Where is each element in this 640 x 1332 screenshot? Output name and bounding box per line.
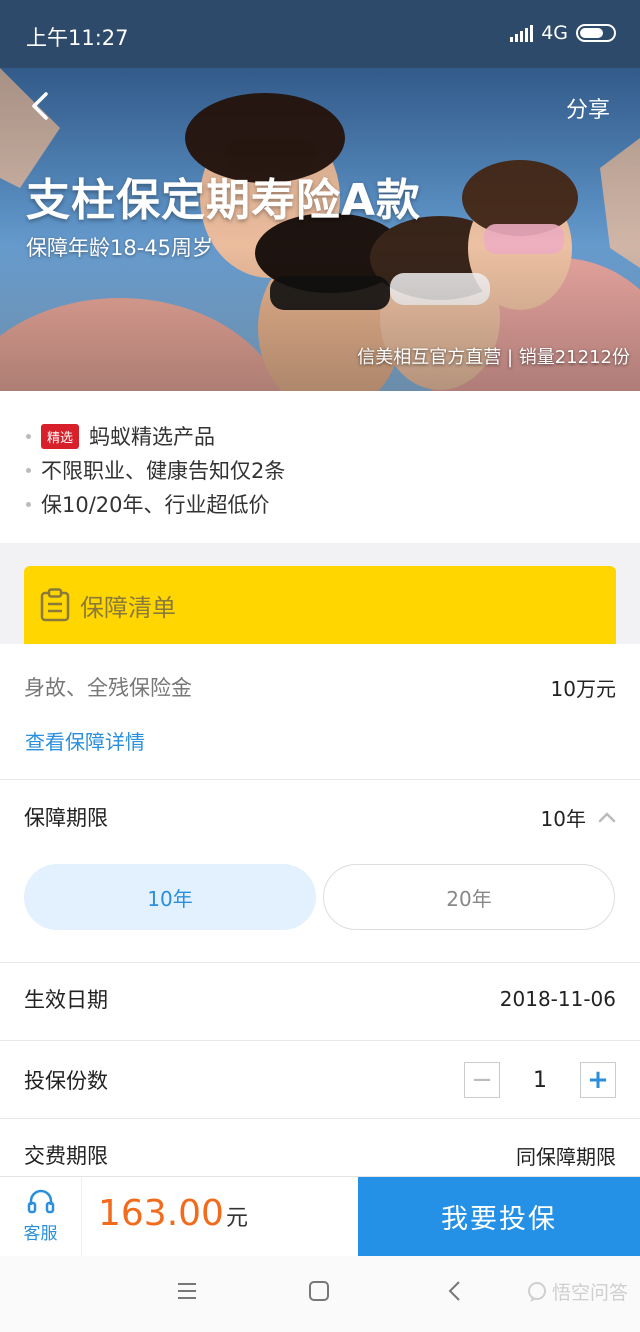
chevron-up-icon[interactable] <box>598 811 616 823</box>
divider <box>0 1040 640 1041</box>
seller-info: 信美相互官方直营 | 销量21212份 <box>357 347 630 368</box>
status-time: 上午11:27 <box>26 26 129 50</box>
increase-button[interactable]: + <box>580 1062 616 1098</box>
status-bar: 上午11:27 4G <box>0 0 640 68</box>
customer-service-button[interactable]: 客服 <box>0 1177 82 1256</box>
quantity-label: 投保份数 <box>24 1069 108 1093</box>
effective-date-row: 生效日期 2018-11-06 <box>0 984 640 1014</box>
menu-icon[interactable] <box>176 1280 198 1302</box>
term-row[interactable]: 保障期限 10年 <box>0 802 640 832</box>
term-option-20[interactable]: 20年 <box>323 864 615 930</box>
coverage-details-link[interactable]: 查看保障详情 <box>25 726 145 755</box>
benefit-amount: 10万元 <box>550 676 616 701</box>
clipboard-icon <box>40 588 70 622</box>
status-icons: 4G <box>510 22 616 44</box>
quantity-row: 投保份数 − 1 + <box>0 1062 640 1098</box>
feature-text: 保10/20年、行业超低价 <box>41 493 270 517</box>
headset-icon <box>27 1189 54 1214</box>
watermark: 悟空问答 <box>526 1278 628 1305</box>
share-button[interactable]: 分享 <box>566 92 610 124</box>
back-icon[interactable] <box>22 88 58 124</box>
bottom-action-bar: 客服 163.00元 我要投保 <box>0 1176 640 1256</box>
quantity-stepper: − 1 + <box>464 1062 616 1098</box>
list-item: 保10/20年、行业超低价 <box>0 487 640 521</box>
payment-period-label: 交费期限 <box>24 1144 108 1168</box>
quantity-value: 1 <box>533 1067 547 1093</box>
nav-back-icon[interactable] <box>444 1280 466 1302</box>
benefit-label: 身故、全残保险金 <box>24 676 192 700</box>
divider <box>0 779 640 780</box>
divider <box>0 962 640 963</box>
term-option-10[interactable]: 10年 <box>24 864 316 930</box>
decrease-button[interactable]: − <box>464 1062 500 1098</box>
watermark-text: 悟空问答 <box>551 1282 628 1304</box>
payment-period-row: 交费期限 同保障期限 <box>0 1140 640 1170</box>
list-item: 精选 蚂蚁精选产品 <box>0 419 640 453</box>
chat-bubble-icon <box>527 1281 546 1302</box>
signal-icon <box>510 24 534 42</box>
coverage-list-header: 保障清单 <box>24 566 616 644</box>
bullet-icon <box>26 501 31 507</box>
bullet-icon <box>26 433 31 439</box>
policy-options: 身故、全残保险金 10万元 查看保障详情 保障期限 10年 10年 20年 生效… <box>0 644 640 1176</box>
hero-banner: 分享 支柱保定期寿险A款 保障年龄18-45周岁 信美相互官方直营 | 销量21… <box>0 68 640 391</box>
term-label: 保障期限 <box>24 806 108 830</box>
term-value-group: 10年 <box>541 803 616 832</box>
effective-date-value: 2018-11-06 <box>499 987 616 1011</box>
total-price: 163.00元 <box>98 1193 248 1234</box>
battery-icon <box>576 24 616 42</box>
effective-date-label: 生效日期 <box>24 988 108 1012</box>
benefit-row: 身故、全残保险金 10万元 <box>0 672 640 702</box>
divider <box>0 1118 640 1119</box>
customer-service-label: 客服 <box>23 1224 58 1244</box>
bullet-icon <box>26 467 31 473</box>
network-type: 4G <box>541 22 568 44</box>
feature-list: 精选 蚂蚁精选产品 不限职业、健康告知仅2条 保10/20年、行业超低价 <box>0 391 640 543</box>
feature-text: 不限职业、健康告知仅2条 <box>41 459 286 483</box>
feature-text: 蚂蚁精选产品 <box>89 425 216 449</box>
buy-insurance-button[interactable]: 我要投保 <box>358 1177 640 1256</box>
price-unit: 元 <box>225 1206 248 1231</box>
term-selected: 10年 <box>540 806 586 831</box>
age-range: 保障年龄18-45周岁 <box>26 236 214 260</box>
price-amount: 163.00 <box>98 1193 224 1234</box>
product-title: 支柱保定期寿险A款 <box>26 175 422 226</box>
payment-period-value: 同保障期限 <box>516 1144 616 1169</box>
system-nav-bar: 悟空问答 <box>0 1256 640 1332</box>
list-item: 不限职业、健康告知仅2条 <box>0 453 640 487</box>
coverage-list-title: 保障清单 <box>80 593 176 622</box>
selected-badge: 精选 <box>41 423 80 449</box>
home-icon[interactable] <box>308 1280 330 1302</box>
